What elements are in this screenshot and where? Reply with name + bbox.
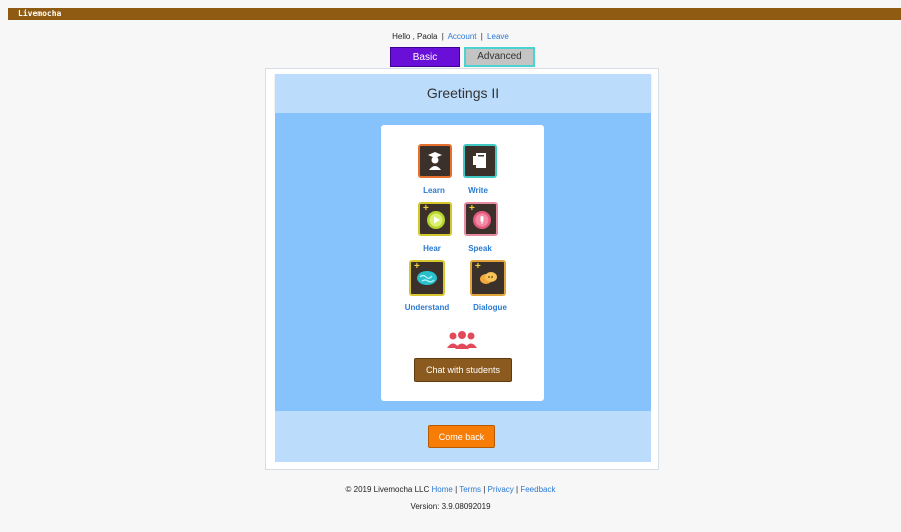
footer-privacy-link[interactable]: Privacy	[488, 485, 514, 494]
separator: |	[480, 32, 483, 41]
footer-home-link[interactable]: Home	[431, 485, 452, 494]
footer-terms-link[interactable]: Terms	[459, 485, 481, 494]
tab-advanced[interactable]: Advanced	[464, 47, 535, 67]
understand-button[interactable]: +	[409, 260, 445, 296]
teacher-icon	[428, 152, 442, 170]
footer-version: Version: 3.9.08092019	[0, 502, 901, 511]
top-bar: Livemocha	[8, 8, 901, 20]
footer-copyright: © 2019 Livemocha LLC Home | Terms | Priv…	[0, 485, 901, 494]
plus-icon: +	[475, 261, 481, 272]
plus-icon: +	[414, 261, 420, 272]
footer-feedback-link[interactable]: Feedback	[520, 485, 555, 494]
dialogue-button[interactable]: +	[470, 260, 506, 296]
dialogue-label[interactable]: Dialogue	[455, 303, 525, 312]
tab-basic[interactable]: Basic	[390, 47, 460, 67]
speak-button[interactable]: +	[464, 202, 498, 236]
user-bar: Hello , Paola | Account | Leave	[0, 32, 901, 41]
write-button[interactable]	[463, 144, 497, 178]
notebook-icon	[473, 153, 486, 168]
separator: |	[483, 485, 486, 494]
leave-link[interactable]: Leave	[487, 32, 509, 41]
lesson-title: Greetings II	[426, 85, 500, 101]
version-label: Version:	[410, 502, 440, 511]
people-icon	[447, 331, 477, 349]
separator: |	[441, 32, 444, 41]
come-back-button[interactable]: Come back	[428, 425, 495, 448]
plus-icon: +	[423, 203, 429, 214]
account-link[interactable]: Account	[448, 32, 477, 41]
version-number: 3.9.08092019	[441, 502, 491, 511]
chat-with-students-button[interactable]: Chat with students	[414, 358, 512, 382]
greeting-text: Hello , Paola	[392, 32, 438, 41]
learn-button[interactable]	[418, 144, 452, 178]
hear-button[interactable]: +	[418, 202, 452, 236]
understand-label[interactable]: Understand	[392, 303, 462, 312]
plus-icon: +	[469, 203, 475, 214]
separator: |	[455, 485, 458, 494]
brand-logo[interactable]: Livemocha	[18, 9, 61, 19]
lesson-title-bar: Greetings II	[275, 74, 651, 113]
separator: |	[516, 485, 519, 494]
speak-label[interactable]: Speak	[445, 244, 515, 253]
write-label[interactable]: Write	[443, 186, 513, 195]
copyright-text: © 2019 Livemocha LLC	[345, 485, 430, 494]
